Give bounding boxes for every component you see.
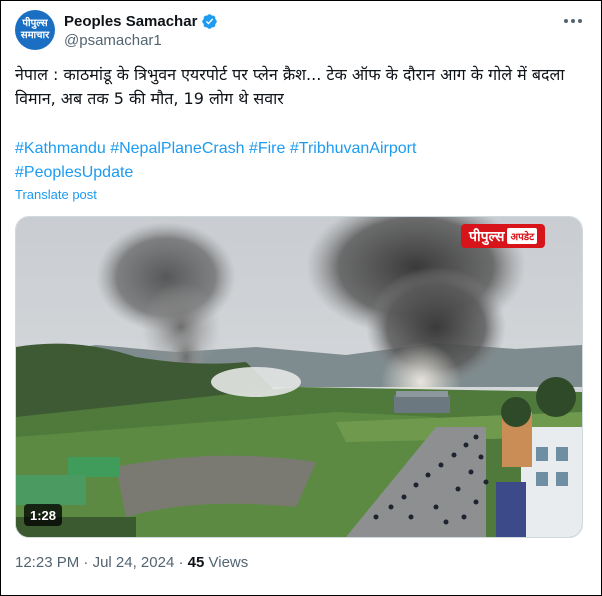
- video-thumbnail: [16, 217, 582, 537]
- post-date[interactable]: Jul 24, 2024: [93, 554, 175, 571]
- avatar-text-line2: समाचार: [20, 30, 50, 41]
- hashtag-link[interactable]: #PeoplesUpdate: [15, 164, 133, 181]
- avatar[interactable]: पीपुल्स समाचार: [15, 10, 55, 50]
- hashtag-list: #Kathmandu #NepalPlaneCrash #Fire #Tribh…: [15, 137, 587, 185]
- hashtag-link[interactable]: #TribhuvanAirport: [290, 140, 417, 157]
- watermark-main: पीपुल्स: [469, 228, 505, 245]
- author-name[interactable]: Peoples Samachar: [64, 13, 197, 30]
- views-count: 45: [187, 554, 205, 571]
- hashtag-link[interactable]: #Kathmandu: [15, 140, 106, 157]
- meta-separator: ·: [178, 554, 184, 571]
- views-label: Views: [208, 554, 249, 571]
- channel-watermark: पीपुल्स अपडेट: [461, 224, 546, 248]
- post-time[interactable]: 12:23 PM: [15, 554, 79, 571]
- tweet-meta: 12:23 PM · Jul 24, 2024 · 45 Views: [15, 554, 248, 571]
- tweet-card: पीपुल्स समाचार Peoples Samachar @psamach…: [0, 0, 602, 596]
- translate-post-link[interactable]: Translate post: [15, 187, 97, 202]
- video-player[interactable]: पीपुल्स अपडेट 1:28: [15, 216, 583, 538]
- meta-separator: ·: [83, 554, 89, 571]
- more-options-icon[interactable]: [561, 11, 585, 31]
- watermark-sub: अपडेट: [507, 228, 538, 244]
- tweet-body: नेपाल : काठमांडू के त्रिभुवन एयरपोर्ट पर…: [15, 65, 565, 108]
- hashtag-link[interactable]: #NepalPlaneCrash: [110, 140, 244, 157]
- author-name-row: Peoples Samachar: [64, 11, 218, 31]
- verified-badge-icon: [201, 13, 218, 30]
- author-handle[interactable]: @psamachar1: [64, 32, 162, 49]
- tweet-text: नेपाल : काठमांडू के त्रिभुवन एयरपोर्ट पर…: [15, 63, 587, 111]
- hashtag-link[interactable]: #Fire: [249, 140, 285, 157]
- avatar-text-line1: पीपुल्स: [22, 18, 48, 29]
- video-duration: 1:28: [24, 504, 63, 526]
